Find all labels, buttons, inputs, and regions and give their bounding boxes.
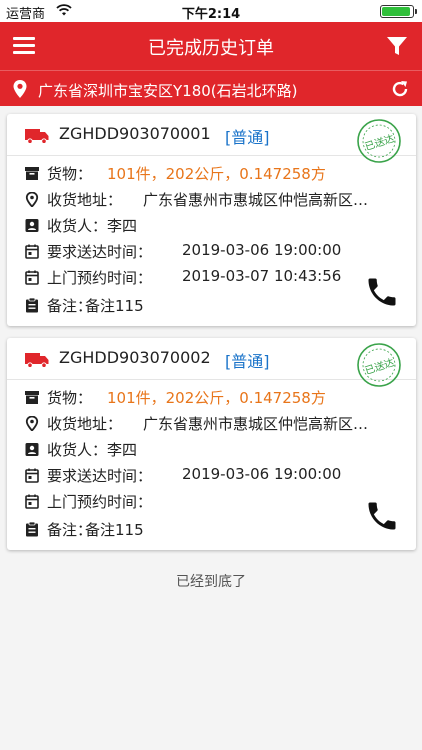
address-row: 收货地址： 广东省惠州市惠城区仲恺高新区… — [25, 413, 415, 437]
note-value: 备注115 — [85, 521, 144, 539]
receiver-label: 收货人： — [47, 441, 108, 459]
contact-card-icon — [25, 219, 39, 232]
goods-row: 货物： 101件，202公斤，0.147258方 — [25, 387, 395, 411]
address-row: 收货地址： 广东省惠州市惠城区仲恺高新区… — [25, 189, 415, 213]
clipboard-icon — [26, 522, 38, 537]
truck-icon — [25, 129, 49, 144]
order-number: ZGHDD903070001 — [59, 124, 211, 143]
visit-label: 上门预约时间： — [47, 269, 153, 287]
deadline-value: 2019-03-06 19:00:00 — [182, 241, 342, 259]
visit-row: 上门预约时间： 2019-03-07 10:43:56 — [25, 267, 365, 291]
location-address: 广东省深圳市宝安区Y180(石岩北环路) — [38, 82, 298, 100]
address-value: 广东省惠州市惠城区仲恺高新区… — [143, 415, 369, 433]
refresh-icon[interactable] — [390, 79, 410, 99]
order-card[interactable]: ZGHDD903070002 [普通] 已送达 货物： 101件，202公斤，0… — [7, 338, 416, 550]
visit-value: 2019-03-07 10:43:56 — [182, 267, 342, 285]
nav-bar: 已完成历史订单 — [0, 22, 422, 70]
deadline-row: 要求送达时间： 2019-03-06 19:00:00 — [25, 241, 365, 265]
phone-icon[interactable] — [364, 498, 400, 534]
goods-value: 101件，202公斤，0.147258方 — [107, 389, 326, 407]
location-icon — [25, 416, 39, 431]
visit-label: 上门预约时间： — [47, 493, 153, 511]
goods-row: 货物： 101件，202公斤，0.147258方 — [25, 163, 395, 187]
visit-row: 上门预约时间： — [25, 491, 365, 515]
stamp-text: 已送达 — [363, 132, 396, 154]
order-list[interactable]: ZGHDD903070001 [普通] 已送达 货物： 101件，202公斤，0… — [0, 106, 422, 750]
box-icon — [25, 391, 39, 404]
note-row: 备注： 备注115 — [25, 295, 325, 319]
box-icon — [25, 167, 39, 180]
deadline-row: 要求送达时间： 2019-03-06 19:00:00 — [25, 465, 365, 489]
address-label: 收货地址： — [47, 415, 123, 433]
deadline-label: 要求送达时间： — [47, 243, 153, 261]
battery-icon — [380, 5, 417, 18]
order-level: [普通] — [225, 128, 270, 147]
order-level: [普通] — [225, 352, 270, 371]
delivered-stamp: 已送达 — [357, 343, 401, 387]
location-icon — [25, 192, 39, 207]
goods-label: 货物： — [47, 389, 93, 407]
receiver-label: 收货人： — [47, 217, 108, 235]
calendar-icon — [25, 468, 39, 483]
location-pin-icon — [13, 80, 27, 98]
address-label: 收货地址： — [47, 191, 123, 209]
deadline-label: 要求送达时间： — [47, 467, 153, 485]
deadline-value: 2019-03-06 19:00:00 — [182, 465, 342, 483]
phone-icon[interactable] — [364, 274, 400, 310]
end-of-list-text: 已经到底了 — [176, 574, 246, 590]
delivered-stamp: 已送达 — [357, 119, 401, 163]
receiver-value: 李四 — [107, 217, 138, 235]
location-bar: 广东省深圳市宝安区Y180(石岩北环路) — [0, 70, 422, 106]
status-time: 下午2:14 — [181, 7, 241, 22]
goods-label: 货物： — [47, 165, 93, 183]
order-card[interactable]: ZGHDD903070001 [普通] 已送达 货物： 101件，202公斤，0… — [7, 114, 416, 326]
note-row: 备注： 备注115 — [25, 519, 325, 543]
page-title: 已完成历史订单 — [148, 38, 274, 59]
receiver-row: 收货人： 李四 — [25, 215, 325, 239]
stamp-text: 已送达 — [363, 356, 396, 378]
note-value: 备注115 — [85, 297, 144, 315]
goods-value: 101件，202公斤，0.147258方 — [107, 165, 326, 183]
contact-card-icon — [25, 443, 39, 456]
calendar-icon — [25, 244, 39, 259]
clipboard-icon — [26, 298, 38, 313]
status-bar: 运营商 下午2:14 — [0, 0, 422, 22]
receiver-row: 收货人： 李四 — [25, 439, 325, 463]
calendar-icon — [25, 270, 39, 285]
truck-icon — [25, 353, 49, 368]
address-value: 广东省惠州市惠城区仲恺高新区… — [143, 191, 369, 209]
calendar-icon — [25, 494, 39, 509]
filter-icon[interactable] — [384, 34, 410, 58]
receiver-value: 李四 — [107, 441, 138, 459]
order-number: ZGHDD903070002 — [59, 348, 211, 367]
